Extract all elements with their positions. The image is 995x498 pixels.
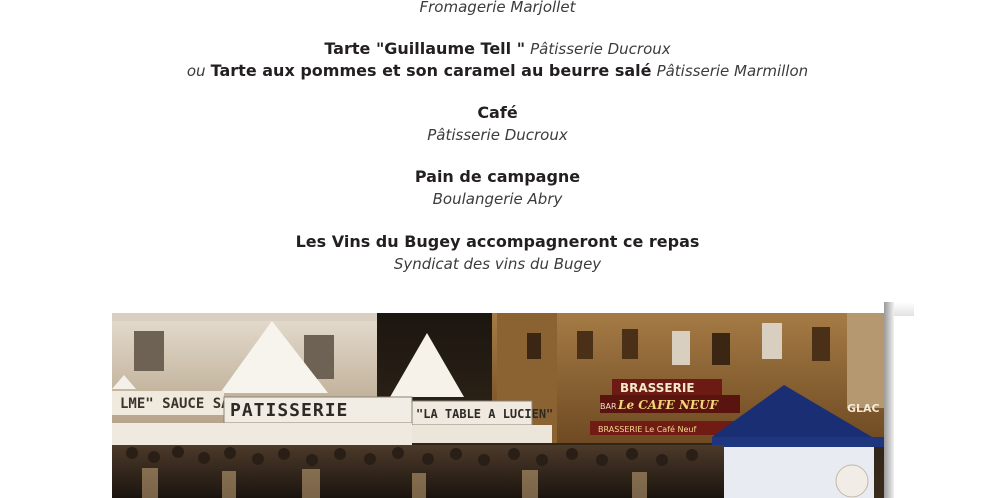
coffee-name: Café bbox=[477, 103, 518, 122]
bar-sign: BAR bbox=[600, 402, 617, 411]
tent-wall bbox=[112, 423, 412, 445]
window bbox=[812, 327, 830, 361]
brasserie-sign: BRASSERIE bbox=[620, 381, 695, 395]
tent-logo bbox=[835, 464, 869, 498]
awning-sign: BRASSERIE Le Café Neuf bbox=[598, 424, 696, 434]
banner-table-text: "LA TABLE A LUCIEN" bbox=[416, 407, 553, 421]
photo-shadow bbox=[884, 302, 894, 498]
cheese-supplier: Fromagerie Marjollet bbox=[419, 0, 576, 16]
dessert2-line: ou Tarte aux pommes et son caramel au be… bbox=[0, 61, 995, 81]
window bbox=[134, 331, 164, 371]
dessert1-line: Tarte "Guillaume Tell " Pâtisserie Ducro… bbox=[0, 39, 995, 59]
banner-patisserie-text: PATISSERIE bbox=[230, 400, 348, 421]
tent-wall bbox=[412, 425, 552, 443]
dessert2-name: Tarte aux pommes et son caramel au beurr… bbox=[210, 61, 652, 80]
or-word: ou bbox=[186, 62, 206, 80]
window-shutter bbox=[672, 331, 690, 365]
dessert1-name: Tarte "Guillaume Tell " bbox=[324, 39, 526, 58]
corner-building bbox=[847, 313, 884, 408]
bread-name: Pain de campagne bbox=[414, 167, 581, 186]
dessert1-supplier: Pâtisserie Ducroux bbox=[530, 40, 671, 58]
coffee-supplier: Pâtisserie Ducroux bbox=[427, 126, 568, 144]
glaces-sign: GLAC bbox=[847, 402, 880, 415]
event-photo: LME" SAUCE SAUCE PATISSERIE "LA TABLE A … bbox=[112, 313, 884, 498]
night-market-illustration: LME" SAUCE SAUCE PATISSERIE "LA TABLE A … bbox=[112, 313, 884, 498]
window bbox=[527, 333, 541, 359]
dessert2-supplier: Pâtisserie Marmillon bbox=[656, 62, 809, 80]
window bbox=[712, 333, 730, 365]
window-shutter bbox=[762, 323, 782, 359]
wine-name: Les Vins du Bugey accompagneront ce repa… bbox=[295, 232, 700, 251]
cafe-sign: Le CAFE NEUF bbox=[617, 398, 720, 412]
window bbox=[622, 329, 638, 359]
wine-supplier: Syndicat des vins du Bugey bbox=[393, 255, 602, 273]
cornice bbox=[112, 313, 377, 321]
blue-tent-valance bbox=[712, 437, 884, 447]
bread-supplier: Boulangerie Abry bbox=[432, 190, 563, 208]
window bbox=[577, 331, 593, 359]
